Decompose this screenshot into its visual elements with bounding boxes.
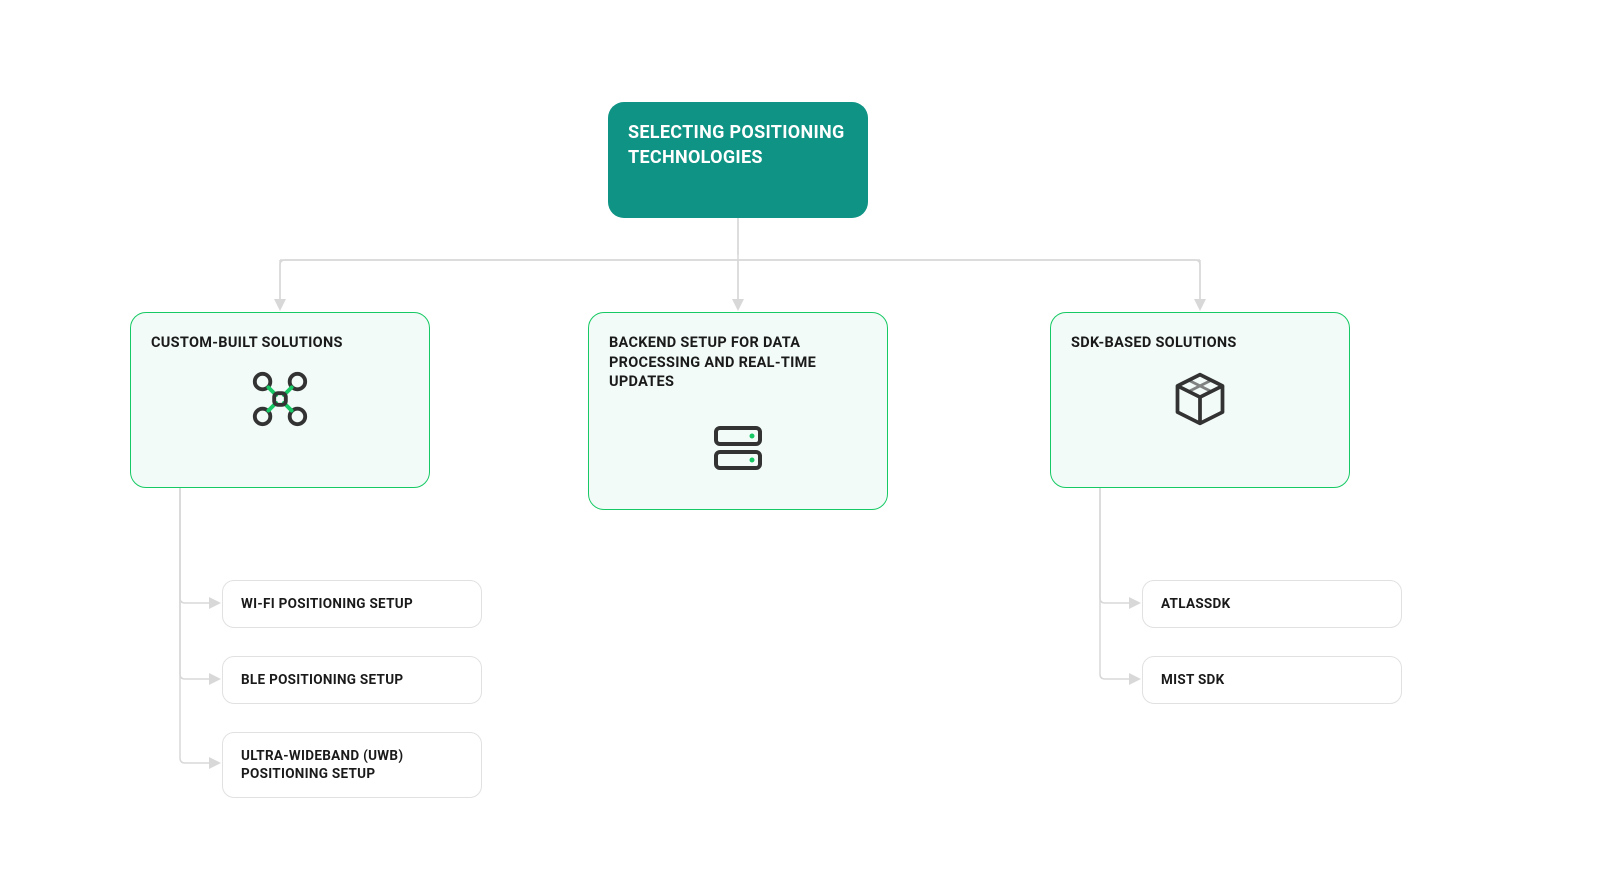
root-title: Selecting Positioning Technologies [628, 122, 845, 168]
child-label: Wi-Fi Positioning Setup [241, 596, 413, 612]
branch-backend: Backend Setup for Data Processing and Re… [588, 312, 888, 510]
child-label: AtlasSDK [1161, 596, 1231, 612]
branch-backend-title: Backend Setup for Data Processing and Re… [609, 333, 867, 392]
child-label: Mist SDK [1161, 672, 1225, 688]
child-label: BLE Positioning Setup [241, 672, 403, 688]
branch-sdk: SDK-Based Solutions [1050, 312, 1350, 488]
drone-icon [151, 369, 409, 429]
child-custom-ble: BLE Positioning Setup [222, 656, 482, 704]
branch-custom-title: Custom-Built Solutions [151, 333, 409, 353]
child-label: Ultra-Wideband (UWB) Positioning Setup [241, 748, 403, 782]
root-node: Selecting Positioning Technologies [608, 102, 868, 218]
child-custom-uwb: Ultra-Wideband (UWB) Positioning Setup [222, 732, 482, 798]
child-custom-wifi: Wi-Fi Positioning Setup [222, 580, 482, 628]
child-sdk-atlas: AtlasSDK [1142, 580, 1402, 628]
child-sdk-mist: Mist SDK [1142, 656, 1402, 704]
cube-icon [1071, 369, 1329, 429]
branch-sdk-title: SDK-Based Solutions [1071, 333, 1329, 353]
server-icon [609, 408, 867, 488]
branch-custom: Custom-Built Solutions [130, 312, 430, 488]
